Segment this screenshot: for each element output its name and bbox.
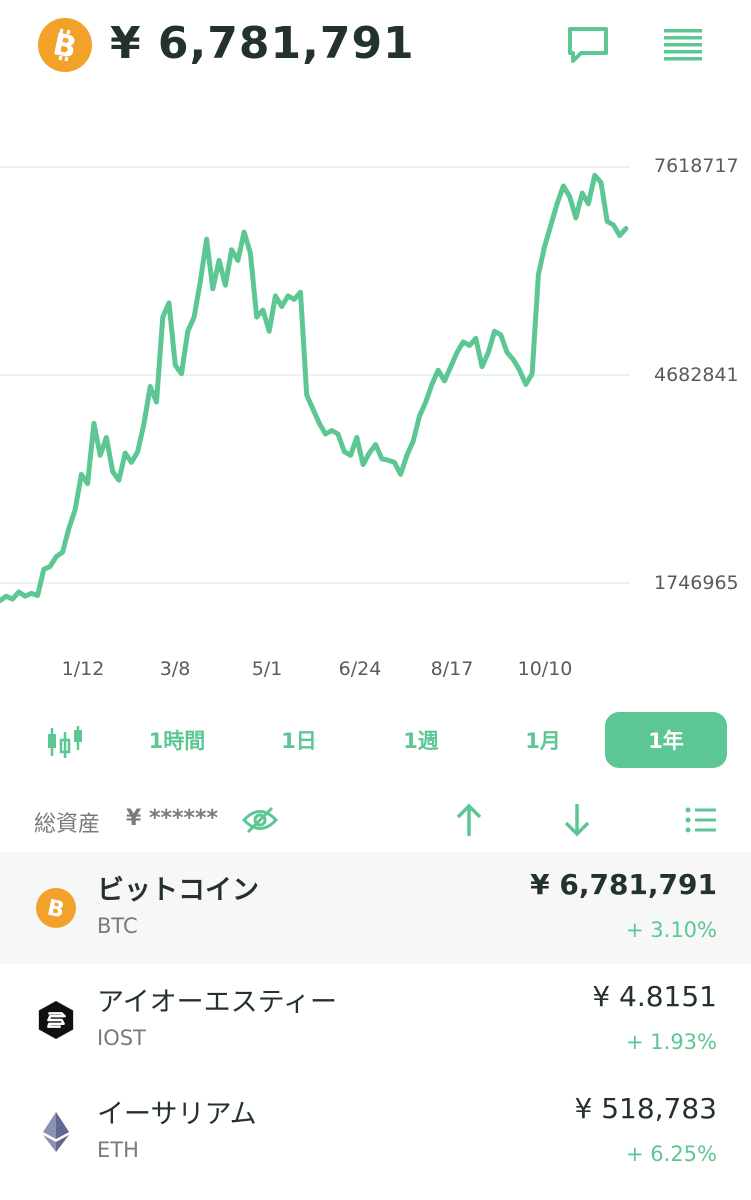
arrow-down-icon[interactable] [555,798,599,842]
range-button-1m[interactable]: 1月 [482,712,604,768]
header: B ¥ 6,781,791 [0,0,751,90]
asset-row-btc[interactable]: B ビットコイン BTC ¥ 6,781,791 + 3.10% [0,852,751,964]
x-tick-label: 6/24 [338,658,382,680]
asset-change: + 6.25% [626,1142,717,1166]
price-series-line [0,172,629,603]
x-tick-label: 8/17 [430,658,474,680]
y-tick-label: 7618717 [654,155,739,177]
bitcoin-icon: B [36,888,76,928]
iost-icon [36,1000,76,1040]
asset-change: + 3.10% [626,918,717,942]
asset-price: ¥ 518,783 [574,1092,717,1125]
y-tick-label: 4682841 [654,364,739,386]
crypto-app-screen: B ¥ 6,781,791 7618717 4682841 1746965 1/… [0,0,751,1200]
asset-name: アイオーエスティー [97,987,338,1018]
x-tick-label: 1/12 [61,658,105,680]
eye-off-icon[interactable] [238,798,282,842]
asset-name: ビットコイン [97,875,259,906]
list-icon[interactable] [679,798,723,842]
range-button-1w[interactable]: 1週 [360,712,482,768]
ethereum-icon [36,1112,76,1152]
asset-row-iost[interactable]: アイオーエスティー IOST ¥ 4.8151 + 1.93% [0,964,751,1076]
asset-symbol: BTC [97,914,138,938]
asset-row-eth[interactable]: イーサリアム ETH ¥ 518,783 + 6.25% [0,1076,751,1188]
candlestick-icon[interactable] [38,720,92,764]
bitcoin-icon[interactable]: B [38,18,92,72]
chat-bubble-icon[interactable] [563,20,613,70]
order-book-icon[interactable] [658,20,708,70]
asset-toolbar: 総資産 ¥ ****** [0,790,751,850]
x-tick-label: 3/8 [159,658,191,680]
x-tick-label: 10/10 [517,658,573,680]
time-range-selector: 1時間 1日 1週 1月 1年 [0,712,751,772]
x-tick-label: 5/1 [251,658,283,680]
asset-price: ¥ 4.8151 [592,980,717,1013]
range-button-1d[interactable]: 1日 [238,712,360,768]
range-button-1y[interactable]: 1年 [605,712,727,768]
chart-canvas [0,166,630,603]
y-tick-label: 1746965 [654,572,739,594]
total-assets-label: 総資産 [34,812,101,837]
asset-change: + 1.93% [626,1030,717,1054]
asset-name: イーサリアム [97,1099,257,1130]
arrow-up-icon[interactable] [447,798,491,842]
total-assets-value: ¥ ****** [126,806,218,831]
range-button-1h[interactable]: 1時間 [116,712,238,768]
asset-price: ¥ 6,781,791 [530,868,717,901]
price-chart[interactable]: 7618717 4682841 1746965 1/12 3/8 5/1 6/2… [0,110,751,700]
current-price: ¥ 6,781,791 [110,18,415,69]
asset-symbol: ETH [97,1138,139,1162]
asset-symbol: IOST [97,1026,146,1050]
